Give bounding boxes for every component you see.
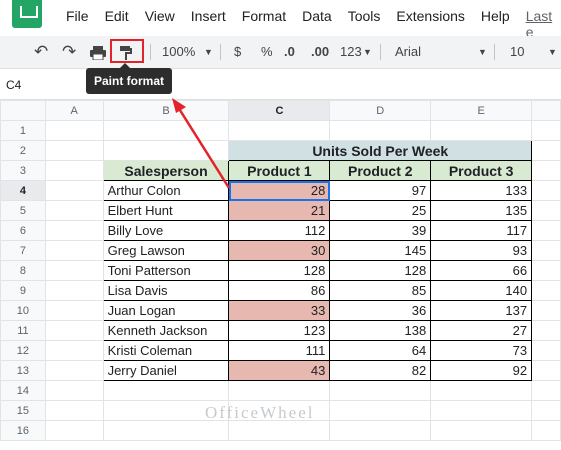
watermark: OfficeWheel [205,403,315,422]
annotation-arrow [172,98,231,189]
